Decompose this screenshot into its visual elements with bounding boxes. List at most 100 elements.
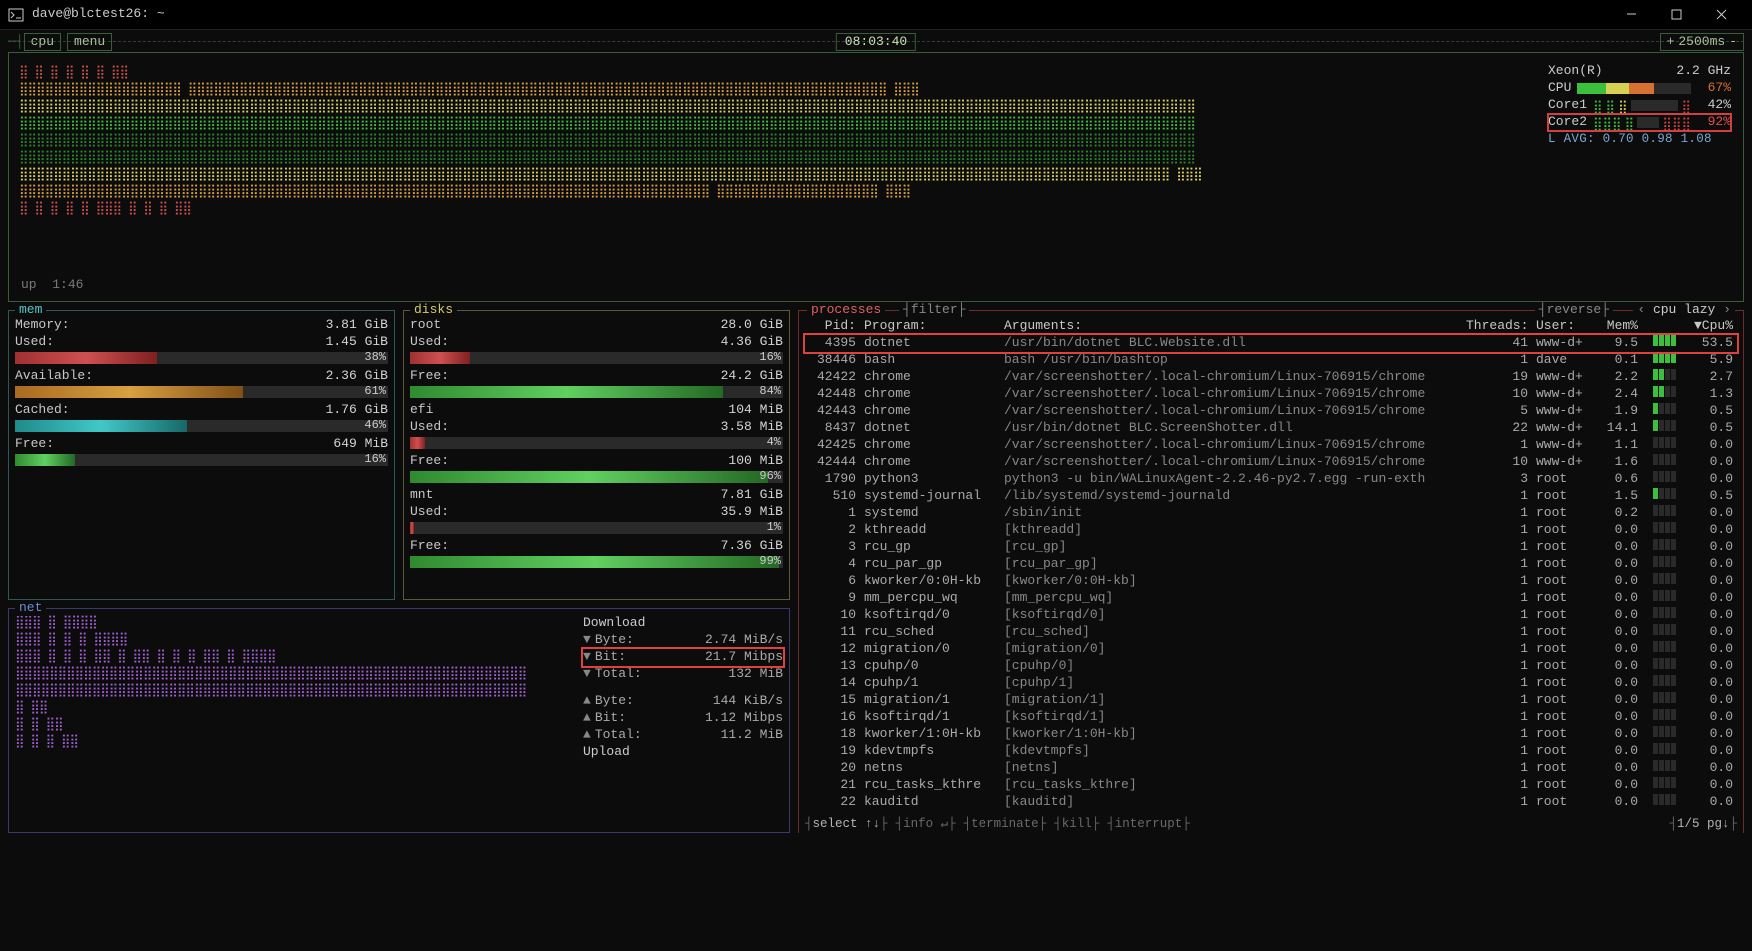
maximize-button[interactable] <box>1654 1 1699 29</box>
proc-cpu: 0.5 <box>1687 488 1737 505</box>
process-row[interactable]: 38446 bash bash /usr/bin/bashtop 1 dave … <box>805 352 1737 369</box>
cpu-spark-bar <box>1653 641 1677 652</box>
process-row[interactable]: 6 kworker/0:0H-kb [kworker/0:0H-kb] 1 ro… <box>805 573 1737 590</box>
proc-pid: 15 <box>805 692 860 709</box>
proc-user: root <box>1532 743 1592 760</box>
process-row[interactable]: 42425 chrome /var/screenshotter/.local-c… <box>805 437 1737 454</box>
process-row[interactable]: 510 systemd-journal /lib/systemd/systemd… <box>805 488 1737 505</box>
col-pid[interactable]: Pid: <box>805 317 860 335</box>
proc-threads: 1 <box>1462 539 1532 556</box>
minimize-button[interactable] <box>1609 1 1654 29</box>
refresh-minus-icon[interactable]: - <box>1729 34 1737 50</box>
footer-select[interactable]: ┤select ↑↓├ <box>805 817 888 834</box>
sort-left-icon[interactable]: ‹ <box>1637 302 1645 317</box>
window-title: dave@blctest26: ~ <box>32 6 1609 22</box>
process-row[interactable]: 1 systemd /sbin/init 1 root 0.2 0.0 <box>805 505 1737 522</box>
col-program[interactable]: Program: <box>860 317 1000 335</box>
process-row[interactable]: 4395 dotnet /usr/bin/dotnet BLC.Website.… <box>805 335 1737 352</box>
footer-info[interactable]: ┤info ↵├ <box>896 817 956 834</box>
proc-program: rcu_par_gp <box>860 556 1000 573</box>
process-row[interactable]: 19 kdevtmpfs [kdevtmpfs] 1 root 0.0 0.0 <box>805 743 1737 760</box>
core1-pct: 42% <box>1697 97 1731 113</box>
process-table[interactable]: Pid: Program: Arguments: Threads: User: … <box>805 317 1737 811</box>
process-row[interactable]: 4 rcu_par_gp [rcu_par_gp] 1 root 0.0 0.0 <box>805 556 1737 573</box>
cpu-spark-bar <box>1653 539 1677 550</box>
process-row[interactable]: 16 ksoftirqd/1 [ksoftirqd/1] 1 root 0.0 … <box>805 709 1737 726</box>
mem-avail-label: Available: <box>15 368 93 384</box>
process-row[interactable]: 15 migration/1 [migration/1] 1 root 0.0 … <box>805 692 1737 709</box>
proc-mem: 1.9 <box>1592 403 1642 420</box>
process-row[interactable]: 12 migration/0 [migration/0] 1 root 0.0 … <box>805 641 1737 658</box>
cpu-total-pct: 67% <box>1697 80 1731 96</box>
process-row[interactable]: 42444 chrome /var/screenshotter/.local-c… <box>805 454 1737 471</box>
proc-pid: 38446 <box>805 352 860 369</box>
proc-threads: 1 <box>1462 641 1532 658</box>
proc-pid: 20 <box>805 760 860 777</box>
cpu-total-bar <box>1577 83 1691 94</box>
process-row[interactable]: 14 cpuhp/1 [cpuhp/1] 1 root 0.0 0.0 <box>805 675 1737 692</box>
process-row[interactable]: 18 kworker/1:0H-kb [kworker/1:0H-kb] 1 r… <box>805 726 1737 743</box>
disk-used-label: Used: <box>410 419 449 435</box>
net-upload-label: Upload <box>583 744 630 760</box>
proc-pid: 13 <box>805 658 860 675</box>
refresh-rate[interactable]: + 2500ms - <box>1660 33 1744 51</box>
col-threads[interactable]: Threads: <box>1462 317 1532 335</box>
filter-button[interactable]: ┤filter├ <box>899 302 969 318</box>
proc-program: netns <box>860 760 1000 777</box>
sort-mode[interactable]: ‹ cpu lazy › <box>1633 302 1735 318</box>
proc-program: kthreadd <box>860 522 1000 539</box>
mem-used-val: 1.45 GiB <box>326 334 388 350</box>
menu-button[interactable]: menu <box>67 33 112 51</box>
process-row[interactable]: 42443 chrome /var/screenshotter/.local-c… <box>805 403 1737 420</box>
process-row[interactable]: 2 kthreadd [kthreadd] 1 root 0.0 0.0 <box>805 522 1737 539</box>
sort-right-icon[interactable]: › <box>1723 302 1731 317</box>
process-row[interactable]: 8437 dotnet /usr/bin/dotnet BLC.ScreenSh… <box>805 420 1737 437</box>
process-row[interactable]: 20 netns [netns] 1 root 0.0 0.0 <box>805 760 1737 777</box>
process-row[interactable]: 42448 chrome /var/screenshotter/.local-c… <box>805 386 1737 403</box>
mem-used-pct: 38% <box>364 350 386 365</box>
ul-bit-val: 1.12 Mibps <box>705 710 783 726</box>
processes-panel-title: processes <box>807 302 885 318</box>
load-average: L AVG: 0.70 0.98 1.08 <box>1548 132 1712 148</box>
proc-user: root <box>1532 505 1592 522</box>
proc-user: www-d+ <box>1532 386 1592 403</box>
cpu-spark-bar <box>1653 403 1677 414</box>
process-row[interactable]: 21 rcu_tasks_kthre [rcu_tasks_kthre] 1 r… <box>805 777 1737 794</box>
footer-interrupt[interactable]: ┤interrupt├ <box>1107 817 1190 834</box>
process-row[interactable]: 42422 chrome /var/screenshotter/.local-c… <box>805 369 1737 386</box>
col-args[interactable]: Arguments: <box>1000 317 1462 335</box>
close-button[interactable] <box>1699 1 1744 29</box>
proc-threads: 1 <box>1462 607 1532 624</box>
proc-threads: 1 <box>1462 675 1532 692</box>
col-cpu[interactable]: ▼Cpu% <box>1687 317 1737 335</box>
proc-program: rcu_gp <box>860 539 1000 556</box>
footer-terminate[interactable]: ┤terminate├ <box>964 817 1047 834</box>
process-row[interactable]: 10 ksoftirqd/0 [ksoftirqd/0] 1 root 0.0 … <box>805 607 1737 624</box>
footer-kill[interactable]: ┤kill├ <box>1054 817 1099 834</box>
col-mem[interactable]: Mem% <box>1592 317 1642 335</box>
reverse-button[interactable]: ┤reverse├ <box>1535 302 1613 318</box>
down-arrow-icon <box>583 649 595 665</box>
footer-page[interactable]: ┤1/5 pg↓├ <box>1669 817 1737 834</box>
dl-bit-label: Bit: <box>595 649 705 665</box>
cpu-tab[interactable]: cpu <box>24 33 61 51</box>
process-row[interactable]: 9 mm_percpu_wq [mm_percpu_wq] 1 root 0.0… <box>805 590 1737 607</box>
cpu-spark-bar <box>1653 777 1677 788</box>
process-row[interactable]: 11 rcu_sched [rcu_sched] 1 root 0.0 0.0 <box>805 624 1737 641</box>
process-row[interactable]: 1790 python3 python3 -u bin/WALinuxAgent… <box>805 471 1737 488</box>
proc-threads: 1 <box>1462 556 1532 573</box>
process-row[interactable]: 22 kauditd [kauditd] 1 root 0.0 0.0 <box>805 794 1737 811</box>
disk-used-bar: 16% <box>410 352 783 364</box>
refresh-plus-icon[interactable]: + <box>1667 34 1675 50</box>
proc-args: [mm_percpu_wq] <box>1000 590 1462 607</box>
process-row[interactable]: 13 cpuhp/0 [cpuhp/0] 1 root 0.0 0.0 <box>805 658 1737 675</box>
proc-mem: 0.6 <box>1592 471 1642 488</box>
col-user[interactable]: User: <box>1532 317 1592 335</box>
process-row[interactable]: 3 rcu_gp [rcu_gp] 1 root 0.0 0.0 <box>805 539 1737 556</box>
proc-user: root <box>1532 777 1592 794</box>
proc-mem: 0.0 <box>1592 709 1642 726</box>
disk-used-label: Used: <box>410 504 449 520</box>
proc-args: /lib/systemd/systemd-journald <box>1000 488 1462 505</box>
proc-program: chrome <box>860 454 1000 471</box>
down-arrow-icon <box>583 632 595 648</box>
